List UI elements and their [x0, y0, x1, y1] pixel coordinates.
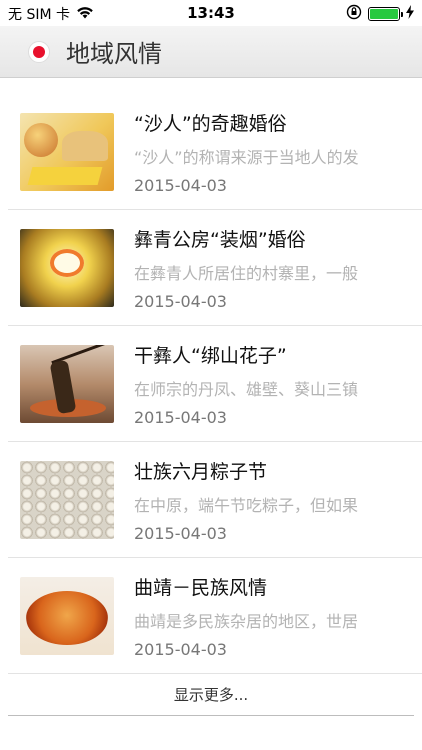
- item-text: 曲靖－民族风情 曲靖是多民族杂居的地区，世居 2015-04-03: [134, 573, 394, 659]
- item-description: 在中原，端午节吃粽子，但如果: [134, 495, 359, 515]
- show-more-button[interactable]: 显示更多...: [8, 674, 414, 716]
- article-list: “沙人”的奇趣婚俗 “沙人”的称谓来源于当地人的发 2015-04-03 彝青公…: [0, 94, 422, 674]
- item-description: 在彝青人所居住的村寨里，一般: [134, 263, 359, 283]
- item-title: 曲靖－民族风情: [134, 576, 268, 599]
- list-item[interactable]: 干彝人“绑山花子” 在师宗的丹凤、雄壁、葵山三镇 2015-04-03: [8, 326, 422, 442]
- page-title: 地域风情: [66, 40, 162, 68]
- thumbnail-image: [20, 460, 114, 539]
- item-title: “沙人”的奇趣婚俗: [134, 112, 287, 135]
- item-description: “沙人”的称谓来源于当地人的发: [134, 147, 359, 167]
- item-date: 2015-04-03: [134, 523, 227, 543]
- list-item[interactable]: “沙人”的奇趣婚俗 “沙人”的称谓来源于当地人的发 2015-04-03: [8, 94, 422, 210]
- item-text: 彝青公房“装烟”婚俗 在彝青人所居住的村寨里，一般 2015-04-03: [134, 225, 394, 311]
- item-title: 彝青公房“装烟”婚俗: [134, 228, 306, 251]
- status-right: [346, 4, 414, 24]
- rotation-lock-icon: [346, 4, 362, 24]
- thumbnail-image: [20, 576, 114, 655]
- item-date: 2015-04-03: [134, 639, 227, 659]
- item-text: 壮族六月粽子节 在中原，端午节吃粽子，但如果 2015-04-03: [134, 457, 394, 543]
- list-item[interactable]: 彝青公房“装烟”婚俗 在彝青人所居住的村寨里，一般 2015-04-03: [8, 210, 422, 326]
- list-item[interactable]: 壮族六月粽子节 在中原，端午节吃粽子，但如果 2015-04-03: [8, 442, 422, 558]
- battery-fill: [370, 9, 398, 19]
- item-title: 干彝人“绑山花子”: [134, 344, 287, 367]
- charging-bolt-icon: [406, 5, 414, 23]
- item-description: 曲靖是多民族杂居的地区，世居: [134, 611, 359, 631]
- battery-icon: [368, 7, 403, 21]
- thumbnail-image: [20, 344, 114, 423]
- item-title: 壮族六月粽子节: [134, 460, 268, 483]
- list-item[interactable]: 曲靖－民族风情 曲靖是多民族杂居的地区，世居 2015-04-03: [8, 558, 422, 674]
- item-date: 2015-04-03: [134, 175, 227, 195]
- item-date: 2015-04-03: [134, 407, 227, 427]
- thumbnail-image: [20, 228, 114, 307]
- nav-bar: 地域风情: [0, 26, 422, 78]
- thumbnail-image: [20, 112, 114, 191]
- item-text: 干彝人“绑山花子” 在师宗的丹凤、雄壁、葵山三镇 2015-04-03: [134, 341, 394, 427]
- item-text: “沙人”的奇趣婚俗 “沙人”的称谓来源于当地人的发 2015-04-03: [134, 109, 394, 195]
- item-description: 在师宗的丹凤、雄壁、葵山三镇: [134, 379, 359, 399]
- status-bar: 无 SIM 卡 13:43: [0, 0, 422, 26]
- red-dot-logo-icon: [28, 40, 50, 63]
- logo-dot: [33, 45, 45, 58]
- item-date: 2015-04-03: [134, 291, 227, 311]
